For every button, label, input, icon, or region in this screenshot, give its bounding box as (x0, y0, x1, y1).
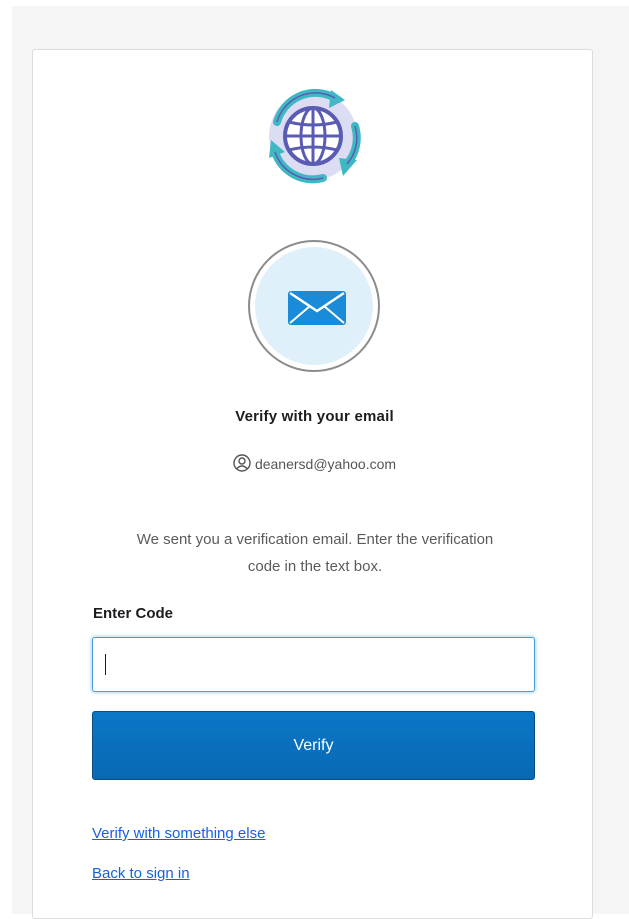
page-title: Verify with your email (235, 408, 394, 425)
verify-button[interactable]: Verify (92, 711, 535, 780)
email-authenticator-badge (248, 240, 380, 372)
verify-with-something-else-link[interactable]: Verify with something else (92, 825, 265, 842)
email-envelope-icon (255, 247, 373, 365)
user-circle-icon (233, 454, 251, 475)
enter-code-label: Enter Code (93, 605, 174, 622)
instructions-text: We sent you a verification email. Enter … (136, 531, 494, 575)
user-email: deanersd@yahoo.com (254, 456, 397, 473)
verification-code-input[interactable] (92, 637, 535, 692)
back-to-sign-in-link[interactable]: Back to sign in (92, 865, 190, 882)
text-caret (105, 654, 106, 675)
globe-logo-icon (257, 82, 369, 190)
user-identifier: deanersd@yahoo.com (0, 454, 629, 476)
